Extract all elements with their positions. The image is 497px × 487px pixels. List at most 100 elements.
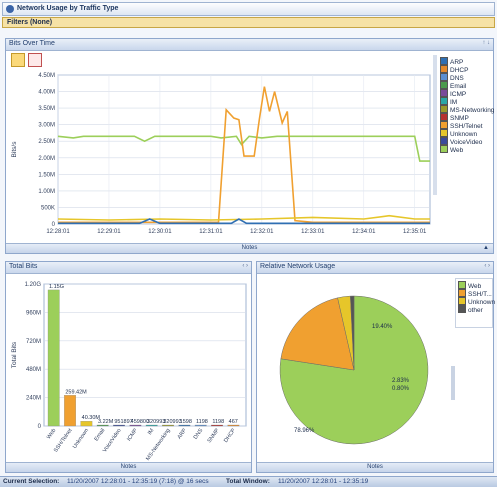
legend-item-web[interactable]: Web — [440, 145, 463, 154]
legend-swatch — [458, 297, 466, 305]
x-category-label: SNMP — [207, 427, 221, 444]
chart-type-icon[interactable] — [28, 53, 42, 67]
relative-usage-legend: Web SSH/T... Unknown other — [455, 278, 495, 328]
total-window-value: 11/20/2007 12:28:01 - 12:35:19 — [278, 478, 369, 485]
x-category-label: ICMP — [126, 427, 139, 442]
legend-item-ssh-telnet[interactable]: SSH/Telnet — [440, 121, 483, 130]
legend-swatch — [458, 289, 466, 297]
total-bits-nav-controls[interactable]: ‹ › — [242, 263, 248, 269]
bar-ms-networking — [162, 424, 174, 427]
y-tick-label: 2.50M — [38, 139, 55, 145]
total-bits-notes-label: Notes — [120, 464, 137, 470]
filters-bar[interactable]: Filters (None) — [2, 17, 495, 28]
legend-checkbox[interactable] — [440, 97, 448, 105]
pie-slice-label: 78.96% — [294, 428, 315, 434]
filters-label[interactable]: Filters (None) — [7, 19, 52, 26]
legend-checkbox[interactable] — [440, 145, 448, 153]
total-bits-header: Total Bits ‹ › — [6, 262, 251, 274]
pie-legend-item: Web — [458, 281, 481, 290]
bits-over-time-header: Bits Over Time ↑ ↓ — [6, 39, 493, 51]
legend-item-unknown[interactable]: Unknown — [440, 129, 477, 138]
y-axis-label: Total Bits — [11, 341, 18, 368]
x-tick-label: 12:28:01 — [46, 229, 70, 235]
relative-usage-nav-controls[interactable]: ‹ › — [484, 263, 490, 269]
legend-item-ms-networking[interactable]: MS-Networking — [440, 105, 494, 114]
bits-over-time-panel: Bits Over Time ↑ ↓ 0 500K 1.00M 1.50M 2.00M 2… — [5, 38, 494, 254]
legend-checkbox[interactable] — [440, 81, 448, 89]
current-selection-label: Current Selection: — [3, 478, 60, 485]
legend-checkbox[interactable] — [440, 89, 448, 97]
tab-total-bits[interactable]: Total Bits — [9, 263, 37, 270]
bar-value-label: 1198 — [212, 419, 224, 425]
bar-snmp — [211, 424, 223, 427]
legend-checkbox[interactable] — [440, 73, 448, 81]
legend-item-voicevideo[interactable]: VoiceVideo — [440, 137, 482, 146]
pie-legend-item: SSH/T... — [458, 289, 492, 298]
status-bar: Current Selection: 11/20/2007 12:28:01 -… — [0, 476, 497, 487]
x-tick-label: 12:31:01 — [199, 229, 223, 235]
relative-usage-notes-bar[interactable]: Notes — [257, 462, 493, 472]
y-tick-label: 0 — [52, 222, 56, 228]
traffic-type-legend: ARP DHCP DNS Email ICMP IM MS-Networking SNMP SS… — [440, 57, 494, 217]
pie-slice-label: 2.83% — [392, 378, 410, 384]
y-tick-label: 1.50M — [38, 172, 55, 178]
bar-icmp — [129, 424, 142, 427]
tab-bits-over-time[interactable]: Bits Over Time — [9, 40, 55, 47]
legend-swatch — [458, 281, 466, 289]
bar-im — [145, 424, 158, 427]
pie-slice-label: 19.40% — [372, 324, 393, 330]
network-usage-icon — [6, 5, 14, 13]
legend-checkbox[interactable] — [440, 105, 448, 113]
bar-ssh-telnet — [64, 395, 76, 427]
legend-item-dhcp[interactable]: DHCP — [440, 65, 468, 74]
bar-value-label: 1198 — [196, 419, 208, 425]
x-category-label: DNS — [193, 427, 205, 440]
bar-voicevideo — [113, 424, 125, 427]
legend-item-im[interactable]: IM — [440, 97, 457, 106]
total-bits-chart: 0 240M 480M 720M 960M 1.20G Total Bits 1.15G Web… — [11, 282, 247, 462]
y-tick-label: 4.50M — [38, 73, 55, 79]
legend-checkbox[interactable] — [440, 57, 448, 65]
x-category-label: Unknown — [72, 428, 90, 450]
legend-checkbox[interactable] — [440, 121, 448, 129]
bar-email — [96, 424, 109, 427]
bar-value-label: 3.22M — [98, 419, 114, 425]
y-tick-label: 0 — [38, 424, 42, 430]
y-tick-label: 240M — [26, 396, 41, 402]
relative-usage-pie: 78.96% 19.40% 2.83% 0.80% — [279, 295, 429, 445]
legend-splitter-right[interactable] — [451, 366, 455, 400]
legend-item-dns[interactable]: DNS — [440, 73, 464, 82]
top-notes-bar[interactable]: Notes ▲ — [6, 243, 493, 253]
x-tick-label: 12:34:01 — [352, 229, 376, 235]
y-tick-label: 720M — [26, 339, 41, 345]
bar-dns — [194, 424, 207, 427]
y-axis-label: Bits/s — [11, 141, 18, 158]
legend-checkbox[interactable] — [440, 113, 448, 121]
legend-checkbox[interactable] — [440, 137, 448, 145]
y-tick-label: 1.20G — [25, 282, 42, 288]
legend-item-icmp[interactable]: ICMP — [440, 89, 466, 98]
pie-slice-label: 0.80% — [392, 386, 410, 392]
tab-relative-network-usage[interactable]: Relative Network Usage — [260, 263, 335, 270]
legend-checkbox[interactable] — [440, 65, 448, 73]
y-tick-label: 1.00M — [38, 189, 55, 195]
legend-item-arp[interactable]: ARP — [440, 57, 463, 66]
bar-arp — [178, 424, 191, 427]
pie-legend-item: other — [458, 305, 483, 314]
pie-legend-item: Unknown — [458, 297, 495, 306]
legend-item-snmp[interactable]: SNMP — [440, 113, 469, 122]
chart-options-icon[interactable] — [11, 53, 25, 67]
bar-value-label: 467 — [229, 419, 238, 425]
total-bits-notes-bar[interactable]: Notes — [6, 462, 251, 472]
y-tick-label: 960M — [26, 310, 41, 316]
x-tick-label: 12:35:01 — [403, 229, 427, 235]
legend-item-email[interactable]: Email — [440, 81, 466, 90]
x-tick-label: 12:29:01 — [97, 229, 121, 235]
panel-nav-controls[interactable]: ↑ ↓ — [482, 40, 490, 46]
current-selection-value: 11/20/2007 12:28:01 - 12:35:19 (7:18) @ … — [67, 478, 209, 485]
legend-checkbox[interactable] — [440, 129, 448, 137]
collapse-icon[interactable]: ▲ — [483, 244, 489, 253]
y-tick-label: 2.00M — [38, 156, 55, 162]
legend-splitter[interactable] — [433, 55, 437, 195]
x-tick-label: 12:30:01 — [148, 229, 172, 235]
